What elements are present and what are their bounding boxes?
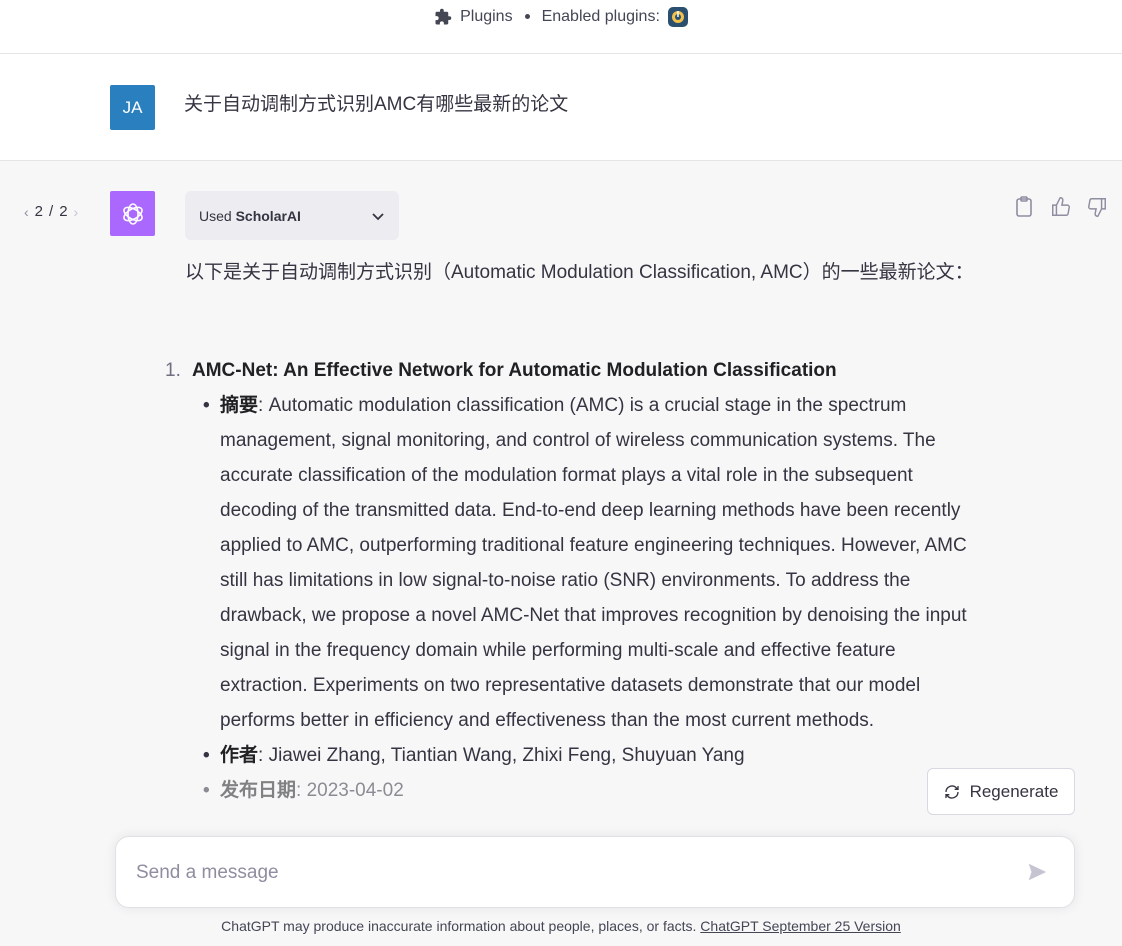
abstract-text: : Automatic modulation classification (A…: [220, 395, 967, 731]
assistant-intro-text: 以下是关于自动调制方式识别（Automatic Modulation Class…: [185, 262, 974, 283]
paper-abstract: • 摘要: Automatic modulation classificatio…: [203, 395, 967, 731]
regenerate-button[interactable]: Regenerate: [927, 768, 1075, 815]
chevron-left-icon[interactable]: ‹: [24, 204, 29, 220]
authors-label: 作者: [220, 745, 259, 766]
pager-current: 2: [34, 203, 44, 220]
scholarai-plugin-icon[interactable]: [667, 6, 688, 27]
authors-text: : Jiawei Zhang, Tiantian Wang, Zhixi Fen…: [258, 745, 745, 766]
chevron-right-icon[interactable]: ›: [74, 204, 79, 220]
abstract-label: 摘要: [220, 395, 259, 416]
user-message-row: JA 关于自动调制方式识别AMC有哪些最新的论文: [0, 55, 1122, 161]
assistant-avatar: [110, 191, 155, 236]
used-plugin-label: Used ScholarAI: [199, 207, 301, 224]
paper-date: • 发布日期: 2023-04-02: [203, 780, 404, 801]
pager-separator: /: [49, 203, 54, 220]
enabled-plugins-label: Enabled plugins:: [541, 7, 660, 25]
message-composer: [115, 836, 1075, 908]
clipboard-icon[interactable]: [1014, 196, 1036, 218]
openai-logo-icon: [120, 201, 146, 227]
paper-details: • 摘要: Automatic modulation classificatio…: [203, 388, 980, 808]
used-plugin-toggle[interactable]: Used ScholarAI: [185, 191, 399, 240]
paper-number: 1.: [165, 360, 181, 381]
response-pager: ‹ 2 / 2 ›: [24, 203, 78, 220]
pager-total: 2: [59, 203, 68, 220]
thumbs-down-icon[interactable]: [1086, 196, 1108, 218]
date-text: : 2023-04-02: [296, 780, 404, 801]
footer-disclaimer: ChatGPT may produce inaccurate informati…: [0, 918, 1122, 934]
paper-authors: • 作者: Jiawei Zhang, Tiantian Wang, Zhixi…: [203, 745, 745, 766]
plugins-label: Plugins: [460, 7, 513, 25]
send-icon[interactable]: [1026, 861, 1050, 885]
paper-title: AMC-Net: An Effective Network for Automa…: [192, 360, 837, 381]
top-bar: Plugins Enabled plugins:: [0, 0, 1122, 54]
version-link[interactable]: ChatGPT September 25 Version: [700, 918, 901, 934]
user-message-text: 关于自动调制方式识别AMC有哪些最新的论文: [184, 94, 569, 115]
chevron-down-icon: [371, 209, 385, 223]
message-input[interactable]: [136, 859, 996, 887]
date-label: 发布日期: [220, 780, 297, 801]
message-actions: [1014, 196, 1108, 218]
disclaimer-text: ChatGPT may produce inaccurate informati…: [221, 918, 701, 934]
regenerate-label: Regenerate: [969, 781, 1059, 801]
separator-dot: [524, 14, 530, 19]
thumbs-up-icon[interactable]: [1050, 196, 1072, 218]
assistant-message-row: ‹ 2 / 2 › Used ScholarAI 以下是关于自动调制方式识别（A…: [0, 161, 1122, 946]
refresh-icon: [944, 784, 960, 800]
puzzle-icon: [434, 8, 452, 26]
user-avatar: JA: [110, 85, 155, 130]
